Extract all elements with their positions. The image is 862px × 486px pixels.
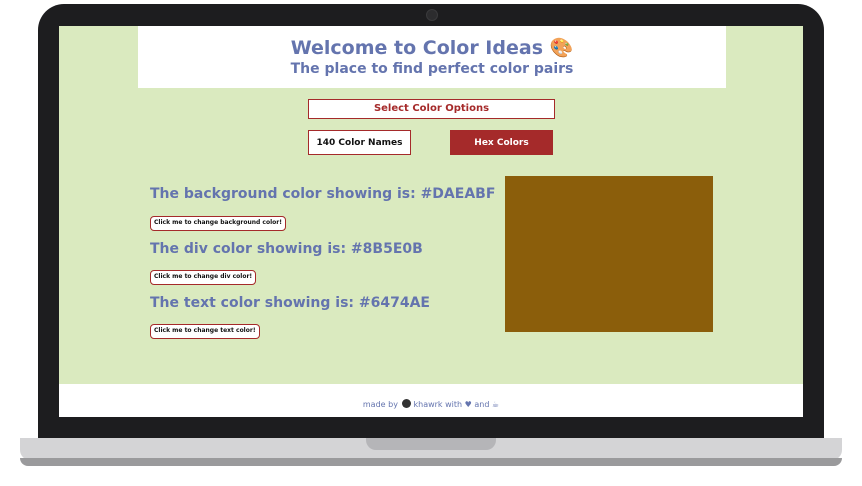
footer-with-text: with ♥ and ☕ [445,400,500,409]
select-color-options-label: Select Color Options [308,99,555,119]
laptop-base-shadow [20,458,842,466]
page-footer: made by khawrk with ♥ and ☕ [59,384,803,417]
camera-icon [426,9,438,21]
footer-author-link[interactable]: khawrk [413,400,442,409]
color-swatch-div [505,176,713,332]
page-subtitle: The place to find perfect color pairs [290,61,574,77]
change-text-button[interactable]: Click me to change text color! [150,324,260,339]
github-icon [402,399,412,408]
background-color-text: The background color showing is: #DAEABF [150,186,496,202]
change-div-button[interactable]: Click me to change div color! [150,270,257,285]
page-title: Welcome to Color Ideas 🎨 [290,37,574,59]
text-color-text: The text color showing is: #6474AE [150,295,430,311]
color-names-button[interactable]: 140 Color Names [308,130,411,155]
page-viewport: Welcome to Color Ideas 🎨 The place to fi… [59,26,803,417]
footer-made-by: made by [362,400,398,409]
laptop-notch [366,438,496,450]
hex-colors-button[interactable]: Hex Colors [450,130,553,155]
page-header: Welcome to Color Ideas 🎨 The place to fi… [138,26,726,88]
div-color-text: The div color showing is: #8B5E0B [150,241,423,257]
change-background-button[interactable]: Click me to change background color! [150,216,286,231]
